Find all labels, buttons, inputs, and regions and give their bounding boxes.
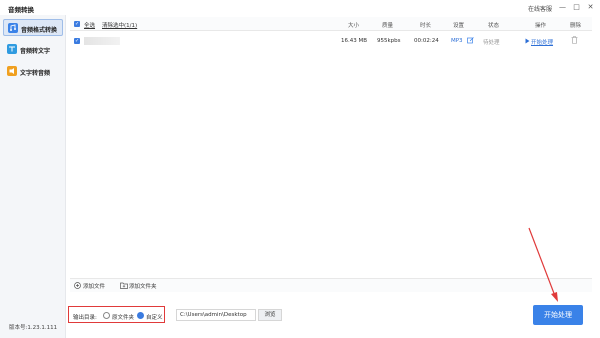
trash-icon[interactable] bbox=[571, 36, 578, 46]
output-path-field[interactable]: C:\Users\admin\Desktop bbox=[176, 309, 256, 321]
sidebar-item-label: 音频转文字 bbox=[20, 48, 51, 55]
audio-to-text-icon bbox=[7, 44, 17, 54]
sidebar-item-audio-format-convert[interactable]: 音频格式转换 bbox=[3, 19, 63, 36]
app-title: 音频转换 bbox=[8, 6, 34, 14]
column-quality: 质量 bbox=[382, 23, 394, 29]
column-settings: 设置 bbox=[453, 23, 465, 29]
row-checkbox[interactable]: ✓ bbox=[74, 38, 80, 44]
radio-custom[interactable] bbox=[137, 312, 144, 319]
column-status: 状态 bbox=[488, 23, 500, 29]
start-process-link[interactable]: 开始处理 bbox=[531, 38, 553, 46]
add-folder-label: 添加文件夹 bbox=[129, 284, 157, 290]
sidebar-item-label: 音频格式转换 bbox=[21, 27, 58, 34]
plus-circle-icon bbox=[74, 282, 81, 289]
column-action: 操作 bbox=[535, 23, 547, 29]
radio-source-folder[interactable] bbox=[103, 312, 110, 319]
file-list-area bbox=[70, 49, 592, 277]
minimize-button[interactable]: — bbox=[558, 3, 567, 12]
output-directory-group: 输出目录: 原文件夹 自定义 bbox=[68, 306, 165, 323]
radio-source-folder-label[interactable]: 原文件夹 bbox=[112, 313, 134, 321]
list-footer: 添加文件 添加文件夹 bbox=[70, 278, 592, 292]
version-label: 版本号:1.23.1.111 bbox=[9, 325, 58, 331]
start-process-button[interactable]: 开始处理 bbox=[533, 305, 583, 325]
table-row: ✓ 16.43 MB 955kpbs 00:02:24 MP3 待处理 开始处理 bbox=[70, 33, 592, 49]
add-file-button[interactable]: 添加文件 bbox=[74, 282, 105, 290]
column-delete: 删除 bbox=[570, 23, 582, 29]
column-size: 大小 bbox=[348, 23, 360, 29]
select-all-checkbox[interactable]: ✓ bbox=[74, 21, 80, 27]
file-quality: 955kpbs bbox=[377, 38, 401, 44]
online-service-link[interactable]: 在线客服 bbox=[528, 4, 552, 13]
file-duration: 00:02:24 bbox=[414, 38, 439, 44]
add-file-label: 添加文件 bbox=[83, 284, 106, 290]
edit-settings-icon[interactable] bbox=[467, 37, 474, 46]
sidebar-item-label: 文字转音频 bbox=[20, 70, 51, 77]
file-size: 16.43 MB bbox=[341, 38, 368, 44]
table-header: ✓ 全选 清除选中(1/1) 大小 质量 时长 设置 状态 操作 删除 bbox=[70, 17, 592, 31]
text-to-audio-icon bbox=[7, 66, 17, 76]
format-select[interactable]: MP3 bbox=[451, 38, 463, 44]
audio-convert-icon bbox=[8, 23, 18, 33]
status-text: 待处理 bbox=[483, 40, 500, 46]
sidebar-item-text-to-audio[interactable]: 文字转音频 bbox=[3, 63, 63, 80]
close-button[interactable]: ✕ bbox=[586, 3, 595, 12]
file-name-blurred bbox=[84, 37, 120, 45]
add-folder-button[interactable]: 添加文件夹 bbox=[120, 282, 157, 290]
row-action-icon[interactable] bbox=[525, 38, 530, 46]
title-bar: 音频转换 在线客服 — □ ✕ bbox=[0, 0, 600, 15]
output-directory-label: 输出目录: bbox=[73, 315, 97, 321]
browse-button[interactable]: 浏览 bbox=[258, 309, 282, 321]
column-duration: 时长 bbox=[420, 23, 432, 29]
folder-plus-icon bbox=[120, 282, 128, 289]
maximize-button[interactable]: □ bbox=[572, 3, 581, 12]
radio-custom-label[interactable]: 自定义 bbox=[146, 313, 163, 321]
sidebar-item-audio-to-text[interactable]: 音频转文字 bbox=[3, 41, 63, 58]
clear-selected-link[interactable]: 清除选中(1/1) bbox=[102, 21, 137, 29]
select-all-label[interactable]: 全选 bbox=[84, 21, 95, 29]
sidebar: 音频格式转换 音频转文字 文字转音频 版本号:1.23.1.111 bbox=[0, 15, 66, 338]
